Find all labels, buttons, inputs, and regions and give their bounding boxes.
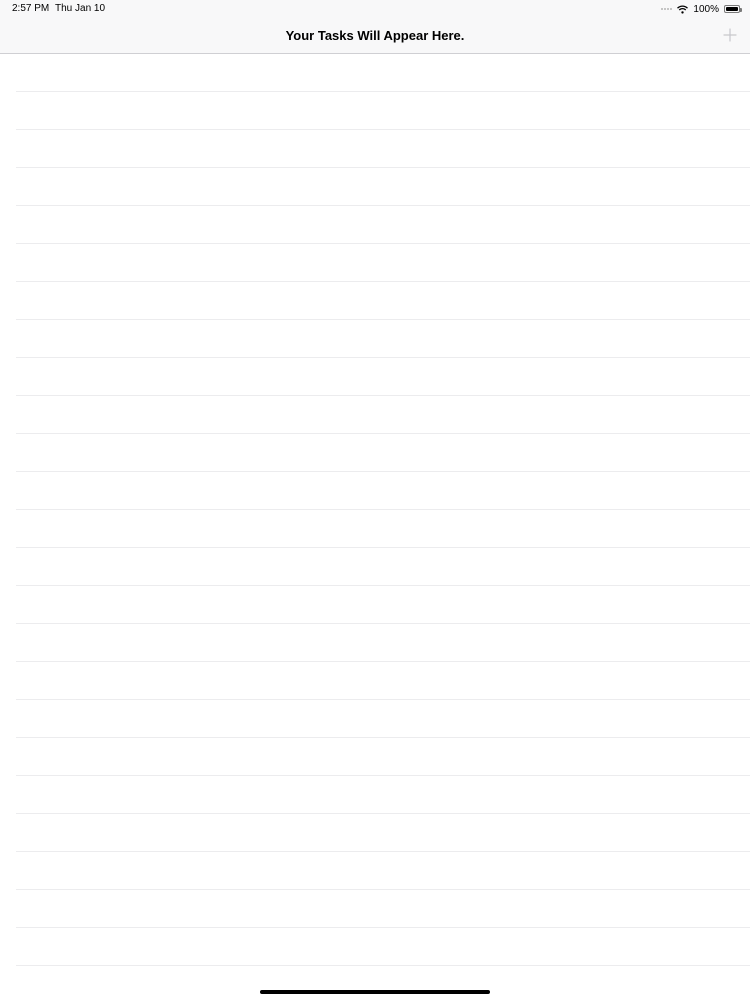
table-row[interactable] xyxy=(0,320,750,358)
table-row[interactable] xyxy=(0,92,750,130)
plus-icon xyxy=(723,28,737,42)
table-row[interactable] xyxy=(0,624,750,662)
add-task-button[interactable] xyxy=(722,27,738,43)
table-row[interactable] xyxy=(0,776,750,814)
table-row[interactable] xyxy=(0,244,750,282)
table-row[interactable] xyxy=(0,586,750,624)
table-row[interactable] xyxy=(0,662,750,700)
cellular-dots-icon xyxy=(661,8,673,10)
status-indicators: 100% xyxy=(661,2,742,16)
home-indicator[interactable] xyxy=(260,990,490,994)
status-bar: 2:57 PM Thu Jan 10 100% xyxy=(0,0,750,18)
table-row[interactable] xyxy=(0,738,750,776)
table-row[interactable] xyxy=(0,206,750,244)
status-date: Thu Jan 10 xyxy=(55,3,106,14)
battery-icon xyxy=(724,5,742,13)
table-row[interactable] xyxy=(0,130,750,168)
page-title: Your Tasks Will Appear Here. xyxy=(285,28,465,43)
task-table[interactable] xyxy=(0,54,750,1000)
table-row[interactable] xyxy=(0,434,750,472)
table-row[interactable] xyxy=(0,928,750,966)
task-list-screen: 2:57 PM Thu Jan 10 100% Your Tasks Will … xyxy=(0,0,750,1000)
table-row[interactable] xyxy=(0,700,750,738)
battery-percent: 100% xyxy=(693,3,719,15)
table-row[interactable] xyxy=(0,472,750,510)
table-row[interactable] xyxy=(0,890,750,928)
table-row[interactable] xyxy=(0,510,750,548)
table-row[interactable] xyxy=(0,54,750,92)
navigation-bar: Your Tasks Will Appear Here. xyxy=(0,18,750,54)
battery-level xyxy=(726,7,738,11)
table-row[interactable] xyxy=(0,358,750,396)
table-row[interactable] xyxy=(0,168,750,206)
table-row[interactable] xyxy=(0,852,750,890)
table-row[interactable] xyxy=(0,282,750,320)
table-row[interactable] xyxy=(0,548,750,586)
status-time: 2:57 PM xyxy=(12,3,50,14)
wifi-icon xyxy=(677,4,689,14)
table-row[interactable] xyxy=(0,396,750,434)
table-row[interactable] xyxy=(0,814,750,852)
